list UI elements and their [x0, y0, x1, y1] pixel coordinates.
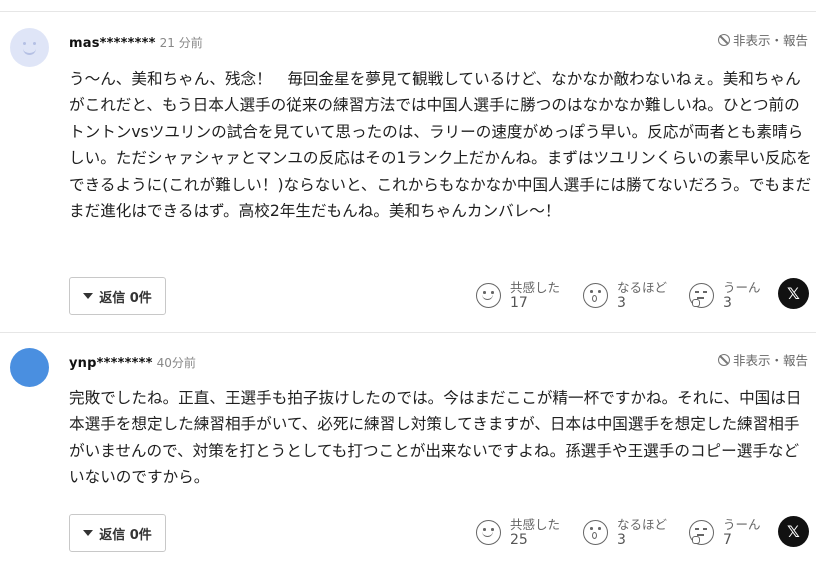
surprised-icon [583, 520, 608, 545]
username[interactable]: mas******** [69, 36, 156, 51]
hide-report-link[interactable]: 非表示・報告 [717, 30, 808, 49]
reaction-count: 17 [510, 295, 528, 311]
x-share-icon[interactable]: 𝕏 [778, 516, 809, 547]
reaction-count: 3 [617, 532, 626, 548]
reaction-bar: 共感した 17 なるほど 3 うーん 3 𝕏 [0, 277, 816, 317]
comment-meta: ynp******** 40分前 [69, 354, 196, 371]
hide-report-label: 非表示・報告 [732, 353, 808, 368]
ban-icon [717, 33, 730, 46]
reaction-label: なるほど [617, 280, 668, 295]
ban-icon [717, 353, 730, 366]
comment-meta: mas******** 21 分前 [69, 34, 203, 51]
comment-item: mas******** 21 分前 非表示・報告 う〜ん、美和ちゃん、残念！ 毎回… [0, 12, 816, 332]
reaction-count: 3 [617, 295, 626, 311]
avatar[interactable] [10, 28, 49, 67]
reaction-label: なるほど [617, 517, 668, 532]
avatar[interactable] [10, 348, 49, 387]
reaction-count: 7 [723, 532, 732, 548]
username[interactable]: ynp******** [69, 356, 153, 371]
surprised-icon [583, 283, 608, 308]
timestamp: 21 分前 [159, 36, 203, 50]
reaction-label: 共感した [510, 517, 561, 532]
smile-icon [476, 520, 501, 545]
reaction-label: 共感した [510, 280, 561, 295]
reaction-label: うーん [723, 517, 761, 532]
reaction-count: 3 [723, 295, 732, 311]
reaction-bar: 共感した 25 なるほど 3 うーん 7 𝕏 [0, 514, 816, 554]
hide-report-label: 非表示・報告 [732, 33, 808, 48]
comment-item: ynp******** 40分前 非表示・報告 完敗でしたね。正直、王選手も拍子抜… [0, 333, 816, 570]
smile-icon [476, 283, 501, 308]
thinking-icon [689, 520, 714, 545]
hide-report-link[interactable]: 非表示・報告 [717, 350, 808, 369]
thinking-icon [689, 283, 714, 308]
reaction-count: 25 [510, 532, 528, 548]
reaction-label: うーん [723, 280, 761, 295]
timestamp: 40分前 [156, 356, 196, 370]
x-share-icon[interactable]: 𝕏 [778, 278, 809, 309]
comment-text: 完敗でしたね。正直、王選手も拍子抜けしたのでは。今はまだここが精一杯ですかね。そ… [69, 389, 802, 487]
comment-text: う〜ん、美和ちゃん、残念！ 毎回金星を夢見て観戦しているけど、なかなか敵わないね… [69, 70, 812, 221]
